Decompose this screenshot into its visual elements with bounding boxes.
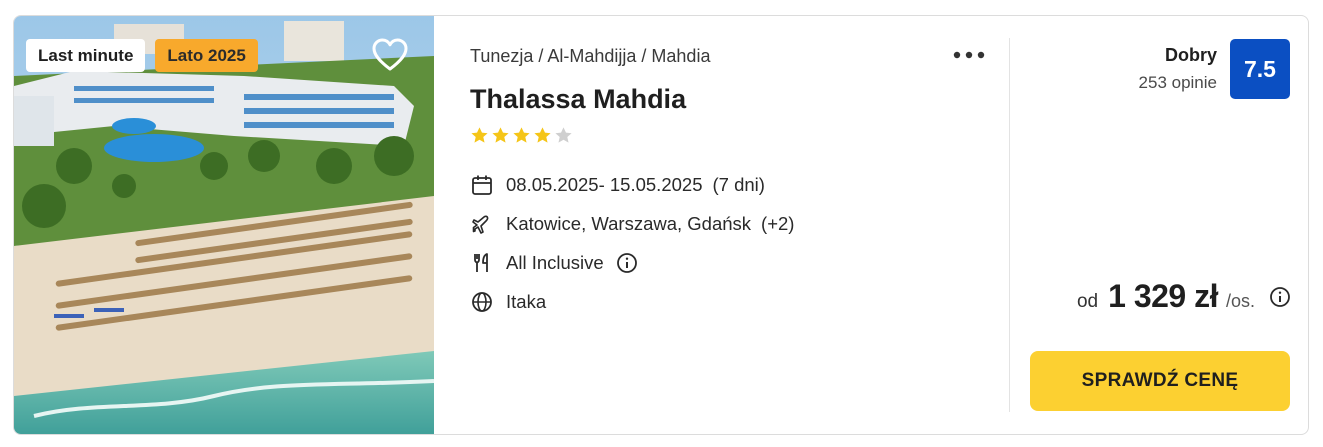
offer-details: Tunezja / Al-Mahdijja / Mahdia Thalassa …: [470, 16, 1010, 434]
star-icon: [512, 126, 531, 150]
more-dots-icon: [953, 51, 985, 59]
rating-score: 7.5: [1230, 39, 1290, 99]
location-breadcrumb[interactable]: Tunezja / Al-Mahdijja / Mahdia: [470, 46, 710, 67]
calendar-icon: [470, 173, 494, 197]
board-row: All Inclusive: [470, 243, 794, 282]
check-price-button[interactable]: SPRAWDŹ CENĘ: [1030, 351, 1290, 411]
divider: [1009, 38, 1010, 412]
plane-icon: [470, 212, 494, 236]
info-icon: [1270, 286, 1290, 307]
more-options-button[interactable]: [952, 44, 986, 66]
heart-icon: [372, 38, 408, 71]
star-icon: [470, 126, 489, 150]
last-minute-badge: Last minute: [26, 39, 146, 72]
operator-row: Itaka: [470, 282, 794, 321]
cutlery-icon: [470, 251, 494, 275]
hotel-photo[interactable]: Last minute Lato 2025: [14, 16, 434, 434]
offer-card[interactable]: Last minute Lato 2025 Tunezja / Al-Mahdi…: [13, 15, 1309, 435]
dates-text: 08.05.2025- 15.05.2025: [506, 173, 703, 195]
rating-count[interactable]: 253 opinie: [1139, 73, 1217, 93]
star-icon: [554, 126, 573, 150]
airports-text: Katowice, Warszawa, Gdańsk: [506, 212, 752, 234]
favorite-button[interactable]: [370, 36, 410, 74]
board-info-button[interactable]: [616, 252, 638, 274]
star-icon: [491, 126, 510, 150]
airports-more[interactable]: (+2): [761, 213, 794, 235]
price-suffix: /os.: [1225, 291, 1255, 311]
airports-row: Katowice, Warszawa, Gdańsk (+2): [470, 204, 794, 243]
operator-text: Itaka: [506, 290, 547, 312]
hotel-stars: [470, 126, 573, 150]
price-prefix: od: [1076, 291, 1099, 312]
hotel-photo-image: [14, 16, 434, 434]
hotel-name[interactable]: Thalassa Mahdia: [470, 84, 686, 115]
duration-text: (7 dni): [712, 173, 765, 195]
price: od 1 329 zł /os.: [1077, 278, 1291, 315]
price-info-button[interactable]: [1269, 286, 1291, 308]
board-text: All Inclusive: [506, 251, 604, 273]
rating-label: Dobry: [1164, 45, 1217, 65]
globe-icon: [470, 290, 494, 314]
price-value: 1 329 zł: [1108, 278, 1218, 314]
dates-row: 08.05.2025- 15.05.2025 (7 dni): [470, 165, 794, 204]
info-icon: [616, 252, 637, 273]
season-badge: Lato 2025: [155, 39, 258, 72]
star-icon: [533, 126, 552, 150]
